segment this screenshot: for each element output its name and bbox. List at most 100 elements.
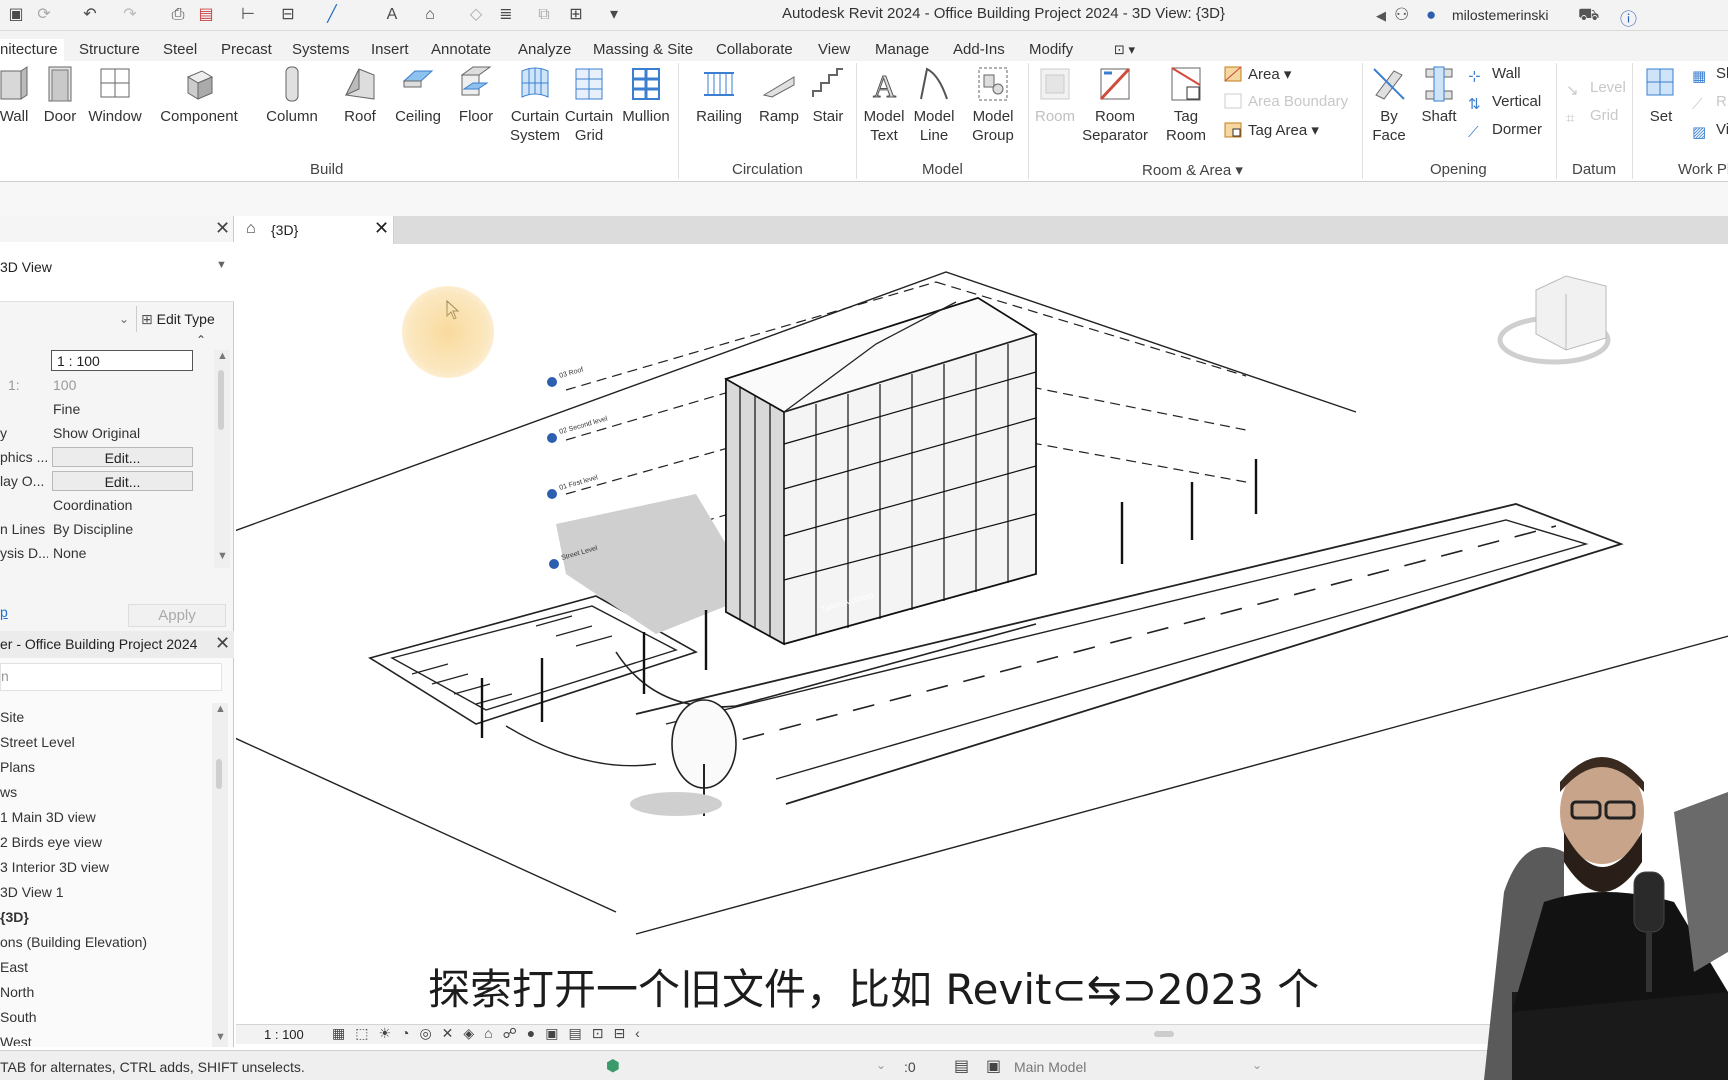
help-icon[interactable]: ⓘ	[1620, 5, 1637, 30]
curtain-system-button[interactable]: Curtain System	[507, 65, 563, 145]
curtain-grid-button[interactable]: Curtain Grid	[562, 65, 616, 145]
discipline-value[interactable]: Coordination	[53, 497, 132, 513]
tab-manage[interactable]: Manage	[875, 41, 929, 58]
wall-opening-button[interactable]: ⊹ Wall	[1468, 65, 1521, 85]
filter-dropdown-icon[interactable]: ⌄	[119, 312, 129, 326]
floor-button[interactable]: Floor	[454, 65, 498, 126]
grid-button[interactable]: ⌗ Grid	[1566, 107, 1618, 127]
print-icon[interactable]: ⎙	[168, 6, 188, 24]
tab-systems[interactable]: Systems	[292, 41, 350, 58]
dormer-button[interactable]: ⟋ Dormer	[1468, 121, 1542, 141]
user-name[interactable]: milostemerinski	[1452, 7, 1548, 23]
worksets-icon[interactable]: ▤	[954, 1056, 969, 1076]
tree-item[interactable]: North	[0, 984, 34, 1000]
ramp-button[interactable]: Ramp	[756, 65, 802, 126]
tree-item[interactable]: East	[0, 959, 28, 975]
tab-view[interactable]: View	[818, 41, 850, 58]
worksharing-icon[interactable]: ⬢	[606, 1056, 620, 1076]
apply-button[interactable]: Apply	[128, 604, 226, 627]
tree-item-active[interactable]: {3D}	[0, 909, 29, 925]
model-group-button[interactable]: Model Group	[964, 65, 1022, 145]
tree-item[interactable]: Street Level	[0, 734, 75, 750]
model-line-button[interactable]: Model Line	[910, 65, 958, 145]
area-button[interactable]: Area ▾	[1224, 65, 1291, 83]
shaft-button[interactable]: Shaft	[1416, 65, 1462, 126]
user-icon[interactable]: ●	[1426, 5, 1436, 25]
stair-button[interactable]: Stair	[806, 65, 850, 126]
type-selector[interactable]: 3D View ▼	[0, 242, 234, 302]
vertical-opening-button[interactable]: ⇅ Vertical	[1468, 93, 1541, 113]
mullion-button[interactable]: Mullion	[618, 65, 674, 126]
close-view-tab-icon[interactable]: ✕	[374, 218, 389, 239]
hidden-lines-value[interactable]: By Discipline	[53, 521, 133, 537]
room-separator-button[interactable]: Room Separator	[1082, 65, 1148, 145]
print-sheet-icon[interactable]: ▤	[196, 6, 216, 24]
tree-item[interactable]: ons (Building Elevation)	[0, 934, 147, 950]
properties-help-link[interactable]: p	[0, 604, 8, 620]
tree-item[interactable]: 3D View 1	[0, 884, 64, 900]
column-button[interactable]: Column	[262, 65, 322, 126]
binoculars-icon[interactable]: ⚇	[1394, 5, 1409, 25]
cart-icon[interactable]: ⛟	[1578, 5, 1599, 27]
display-options-edit-button[interactable]: Edit...	[52, 471, 193, 491]
tree-item[interactable]: 1 Main 3D view	[0, 809, 96, 825]
properties-scrollbar[interactable]: ▲ ▼	[214, 350, 230, 568]
detail-level-value[interactable]: Fine	[53, 401, 80, 417]
view-cube[interactable]	[1497, 275, 1611, 365]
collapse-group-icon[interactable]: ⌃	[196, 333, 206, 347]
section-icon[interactable]: ◇	[466, 6, 486, 24]
browser-search-input[interactable]: n	[0, 663, 222, 691]
tree-item[interactable]: Plans	[0, 759, 35, 775]
tab-structure[interactable]: Structure	[79, 41, 140, 58]
canvas-h-scroll-thumb[interactable]	[1154, 1031, 1174, 1037]
close-browser-icon[interactable]: ✕	[215, 633, 230, 654]
component-button[interactable]: Component	[158, 65, 240, 126]
tab-add-ins[interactable]: Add-Ins	[953, 41, 1005, 58]
undo-icon[interactable]: ↶	[80, 6, 100, 24]
collapse-left-icon[interactable]: ◀	[1376, 8, 1386, 24]
set-work-plane-button[interactable]: Set	[1636, 65, 1686, 126]
active-workset[interactable]: Main Model	[1014, 1059, 1086, 1075]
show-work-plane-button[interactable]: ▦ Sl	[1692, 65, 1728, 85]
tag-area-button[interactable]: Tag Area ▾	[1224, 121, 1319, 139]
by-face-button[interactable]: By Face	[1366, 65, 1412, 145]
switch-windows-icon[interactable]: ⊞	[566, 6, 586, 24]
thin-lines-icon[interactable]: ≣	[496, 6, 516, 24]
tag-room-button[interactable]: Tag Room	[1160, 65, 1212, 145]
tab-insert[interactable]: Insert	[371, 41, 409, 58]
design-option-dropdown-icon[interactable]: ⌄	[876, 1058, 886, 1072]
tree-item[interactable]: South	[0, 1009, 37, 1025]
default-3d-icon[interactable]: ⌂	[420, 6, 440, 24]
vg-overrides-edit-button[interactable]: Edit...	[52, 447, 193, 467]
level-button[interactable]: ↘ Level	[1566, 79, 1626, 99]
tab-annotate[interactable]: Annotate	[431, 41, 491, 58]
view-scale-input[interactable]: 1 : 100	[51, 350, 193, 371]
close-properties-icon[interactable]: ✕	[215, 218, 230, 239]
tab-analyze[interactable]: Analyze	[518, 41, 571, 58]
text-icon[interactable]: A	[382, 6, 402, 24]
measure-icon[interactable]: ⊢	[238, 6, 258, 24]
railing-button[interactable]: Railing	[690, 65, 748, 126]
save-icon[interactable]: ▣	[6, 6, 26, 24]
tree-item[interactable]: 2 Birds eye view	[0, 834, 102, 850]
tree-item[interactable]: Site	[0, 709, 24, 725]
room-button[interactable]: Room	[1032, 65, 1078, 126]
door-button[interactable]: Door	[38, 65, 82, 126]
analysis-display-value[interactable]: None	[53, 545, 86, 561]
tab-precast[interactable]: Precast	[221, 41, 272, 58]
customize-qat-icon[interactable]: ▾	[604, 6, 624, 24]
tab-steel[interactable]: Steel	[163, 41, 197, 58]
ref-plane-button[interactable]: ⟋ R	[1692, 93, 1727, 113]
roof-button[interactable]: Roof	[338, 65, 382, 126]
wall-button[interactable]: Wall	[0, 65, 36, 126]
tree-item[interactable]: ws	[0, 784, 17, 800]
ribbon-toggle-icon[interactable]: ⊡ ▾	[1114, 42, 1135, 58]
redo-icon[interactable]: ↷	[120, 6, 140, 24]
editable-only-icon[interactable]: ▣	[986, 1056, 1001, 1076]
edit-type-button[interactable]: ⊞ Edit Type	[136, 306, 234, 332]
sync-icon[interactable]: ⟳	[34, 6, 54, 24]
tab-modify[interactable]: Modify	[1029, 41, 1073, 58]
close-hidden-icon[interactable]: ⧉	[534, 6, 554, 24]
tab-collaborate[interactable]: Collaborate	[716, 41, 793, 58]
model-line-icon[interactable]: ╱	[322, 6, 342, 24]
